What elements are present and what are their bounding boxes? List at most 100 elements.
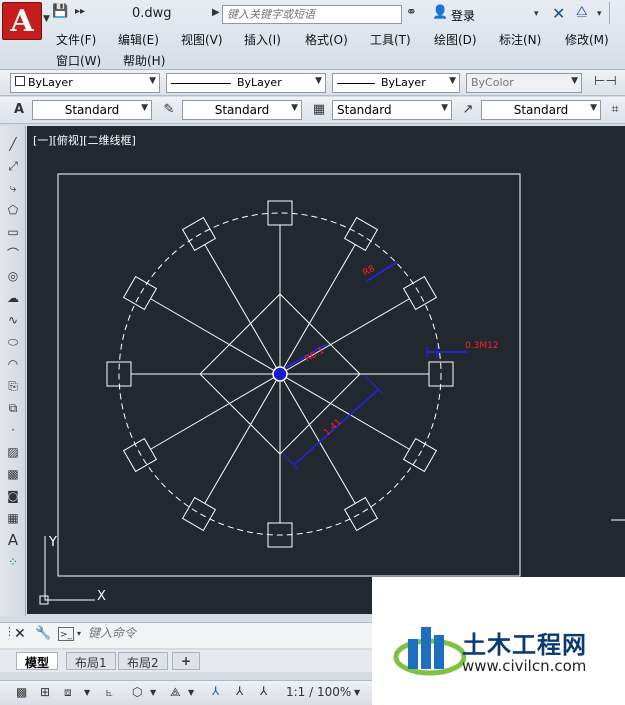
text-style-value: Standard [64, 103, 120, 117]
tab-layout2[interactable]: 布局2 [118, 652, 168, 670]
zoom-scale-readout[interactable]: 1:1 / 100% [286, 685, 351, 699]
line-icon[interactable]: ╱ [3, 134, 23, 154]
grid-icon[interactable]: ▩ [16, 685, 27, 699]
login-dropdown-icon[interactable]: ▾ [534, 9, 539, 19]
hatch-icon[interactable]: ▨ [3, 442, 23, 462]
layer-combo[interactable]: ByLayer ▼ [10, 73, 160, 93]
add-layout-button[interactable]: + [172, 652, 201, 670]
object-snap-icon[interactable]: ⟁ [170, 685, 181, 700]
status-bar: ▩ ⊞ ⧈ ▼ ⦜ ⬡ ▼ ⟁ ▼ ⅄ ⅄ ⅄ 1:1 / 100% ▼ [0, 680, 372, 705]
table-style-value: Standard [337, 103, 392, 117]
chevron-down-icon[interactable]: ▼ [43, 14, 50, 24]
command-prompt-icon[interactable]: >_ [58, 627, 74, 641]
quick-access-more-icon[interactable]: ▸▸ [75, 6, 85, 17]
isodraft-icon[interactable]: ⬡ [132, 685, 142, 699]
table-icon[interactable]: ▦ [3, 508, 23, 528]
dimension-linear-icon[interactable]: ⊢⊣ [594, 73, 617, 91]
app-logo-letter: A [10, 4, 34, 39]
ortho-icon[interactable]: ⦜ [106, 685, 113, 700]
arc-icon[interactable]: ⌒ [3, 244, 23, 264]
dim-style-icon[interactable]: ✎ [160, 101, 178, 119]
search-expand-icon[interactable]: ▶ [212, 7, 220, 18]
save-icon[interactable]: 💾 [52, 4, 68, 19]
menu-help[interactable]: 帮助(H) [123, 52, 165, 69]
lineweight-combo[interactable]: ByLayer ▼ [332, 73, 460, 93]
plotstyle-value: ByColor [471, 76, 514, 89]
chevron-down-icon[interactable]: ▼ [84, 688, 90, 697]
application-menu-button[interactable]: A [2, 2, 42, 40]
table-style-combo[interactable]: Standard ▼ [332, 100, 452, 120]
spline-icon[interactable]: ∿ [3, 310, 23, 330]
ellipse-arc-icon[interactable]: ◠ [3, 354, 23, 374]
drawing-frame [57, 173, 521, 577]
command-input[interactable] [86, 625, 356, 641]
autodesk-360-icon[interactable]: ⧋ [576, 4, 588, 19]
menu-file[interactable]: 文件(F) [56, 31, 96, 48]
linetype-combo[interactable]: ByLayer ▼ [166, 73, 326, 93]
menu-draw[interactable]: 绘图(D) [434, 31, 477, 48]
polygon-icon[interactable]: ⬠ [3, 200, 23, 220]
chevron-down-icon: ▼ [149, 76, 156, 86]
close-icon[interactable]: ✕ [14, 626, 26, 642]
window-controls [609, 2, 625, 24]
chevron-down-icon: ▼ [141, 103, 148, 113]
help-dropdown-icon[interactable]: ▾ [597, 9, 602, 19]
draw-toolbar: ╱ ⤢ ⤷ ⬠ ▭ ⌒ ◎ ☁ ∿ ⬭ ◠ ⎘ ⧉ · ▨ ▩ ◙ ▦ A ⁘ [0, 126, 26, 616]
polyline-icon[interactable]: ⤷ [3, 178, 23, 198]
watermark-logo-icon [393, 627, 466, 676]
drawing-canvas[interactable]: [一][俯视][二维线框] R8 0.3M12 R0.1 1.41 Y X [27, 126, 625, 614]
tab-layout1[interactable]: 布局1 [66, 652, 116, 670]
multileader-style-combo[interactable]: Standard ▼ [481, 100, 601, 120]
point-icon[interactable]: · [3, 420, 23, 440]
chevron-down-icon: ▼ [291, 103, 298, 113]
region-icon[interactable]: ◙ [3, 486, 23, 506]
ucs-y-label: Y [48, 535, 57, 550]
rectangle-icon[interactable]: ▭ [3, 222, 23, 242]
tab-model[interactable]: 模型 [16, 652, 59, 670]
linetype-value: ByLayer [237, 76, 282, 89]
annotation-scale-icon[interactable]: ⅄ [212, 684, 219, 698]
auto-scale-icon[interactable]: ⅄ [260, 684, 267, 698]
ellipse-icon[interactable]: ⬭ [3, 332, 23, 352]
menu-dimension[interactable]: 标注(N) [499, 31, 541, 48]
exchange-icon[interactable]: ✕ [552, 4, 565, 23]
login-button[interactable]: 登录 [451, 7, 475, 24]
plotstyle-combo[interactable]: ByColor ▼ [466, 73, 582, 93]
add-selected-icon[interactable]: ⁘ [3, 552, 23, 572]
revision-cloud-icon[interactable]: ☁ [3, 288, 23, 308]
menu-tools[interactable]: 工具(T) [370, 31, 411, 48]
chevron-down-icon[interactable]: ▼ [188, 688, 194, 697]
menu-format[interactable]: 格式(O) [305, 31, 348, 48]
dim-style-combo[interactable]: Standard ▼ [182, 100, 302, 120]
chevron-down-icon: ▼ [315, 76, 322, 86]
multileader-style-icon[interactable]: ↗ [459, 101, 477, 119]
chevron-down-icon[interactable]: ▼ [150, 688, 156, 697]
menu-insert[interactable]: 插入(I) [244, 31, 281, 48]
menu-modify[interactable]: 修改(M) [565, 31, 609, 48]
make-block-icon[interactable]: ⧉ [3, 398, 23, 418]
menu-window[interactable]: 窗口(W) [56, 52, 101, 69]
wrench-icon[interactable]: 🔧 [35, 626, 51, 641]
chevron-down-icon[interactable]: ▼ [354, 688, 360, 697]
binoculars-icon[interactable]: ⚭ [406, 5, 417, 20]
construction-line-icon[interactable]: ⤢ [3, 156, 23, 176]
menu-edit[interactable]: 编辑(E) [118, 31, 159, 48]
snap-icon[interactable]: ⊞ [40, 685, 50, 699]
multiline-text-icon[interactable]: A [3, 530, 23, 550]
styles-toolbar: A Standard ▼ ✎ Standard ▼ ▦ Standard ▼ ↗ St… [0, 97, 625, 124]
search-input[interactable] [222, 5, 402, 24]
infer-icon[interactable]: ⧈ [64, 685, 72, 700]
circle-icon[interactable]: ◎ [3, 266, 23, 286]
command-line: ⋮ ✕ 🔧 >_ ▾ [0, 622, 372, 648]
annotation-visibility-icon[interactable]: ⅄ [236, 684, 243, 698]
menu-view[interactable]: 视图(V) [181, 31, 223, 48]
gradient-icon[interactable]: ▩ [3, 464, 23, 484]
chevron-down-icon[interactable]: ▾ [77, 629, 81, 638]
table-style-icon[interactable]: ▦ [310, 101, 328, 119]
line-sample-icon [171, 82, 231, 84]
insert-block-icon[interactable]: ⎘ [3, 376, 23, 396]
color-swatch-icon [15, 76, 25, 86]
toolbar-extra-icon[interactable]: ⌗ [606, 101, 624, 119]
text-style-combo[interactable]: Standard ▼ [32, 100, 152, 120]
text-style-icon[interactable]: A [10, 101, 28, 119]
